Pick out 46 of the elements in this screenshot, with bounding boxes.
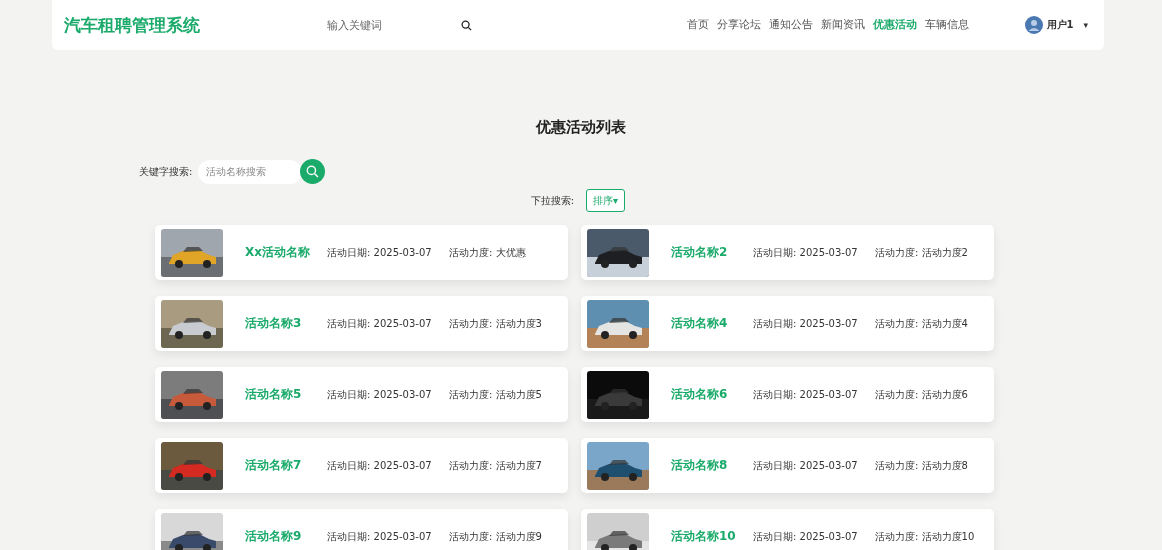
search-field[interactable]: 输入关键词	[327, 19, 447, 31]
activity-date: 活动日期: 2025-03-07	[753, 458, 859, 473]
activity-card[interactable]: 活动名称2 活动日期: 2025-03-07 活动力度: 活动力度2	[581, 225, 994, 280]
activity-level: 活动力度: 活动力度7	[449, 458, 543, 473]
activity-card[interactable]: 活动名称3 活动日期: 2025-03-07 活动力度: 活动力度3	[155, 296, 568, 351]
search-button[interactable]	[300, 159, 326, 184]
nav-link[interactable]: 车辆信息	[924, 18, 969, 32]
search-label: 关键字搜索:	[139, 164, 193, 179]
activity-card[interactable]: 活动名称9 活动日期: 2025-03-07 活动力度: 活动力度9	[155, 509, 568, 550]
activity-level: 活动力度: 活动力度3	[449, 316, 543, 331]
page-title: 优惠活动列表	[534, 118, 627, 137]
activity-date: 活动日期: 2025-03-07	[327, 387, 433, 402]
activity-card[interactable]: 活动名称7 活动日期: 2025-03-07 活动力度: 活动力度7	[155, 438, 568, 493]
activity-date: 活动日期: 2025-03-07	[327, 529, 433, 544]
activity-level: 活动力度: 活动力度4	[875, 316, 969, 331]
activity-level: 活动力度: 大优惠	[449, 245, 527, 260]
activity-date: 活动日期: 2025-03-07	[753, 245, 859, 260]
activity-level: 活动力度: 活动力度8	[875, 458, 969, 473]
activity-level: 活动力度: 活动力度9	[449, 529, 543, 544]
activity-date: 活动日期: 2025-03-07	[753, 387, 859, 402]
activity-card[interactable]: 活动名称8 活动日期: 2025-03-07 活动力度: 活动力度8	[581, 438, 994, 493]
caret-icon[interactable]: ▾	[1083, 20, 1088, 30]
activity-level: 活动力度: 活动力度2	[875, 245, 969, 260]
dropdown-label: 下拉搜索:	[530, 193, 575, 208]
nav-link[interactable]: 分享论坛	[716, 18, 761, 32]
activity-date: 活动日期: 2025-03-07	[753, 316, 859, 331]
search-icon[interactable]	[461, 19, 472, 31]
activity-card[interactable]: 活动名称5 活动日期: 2025-03-07 活动力度: 活动力度5	[155, 367, 568, 422]
activity-date: 活动日期: 2025-03-07	[753, 529, 859, 544]
activity-date: 活动日期: 2025-03-07	[327, 245, 433, 260]
activity-card[interactable]: 活动名称4 活动日期: 2025-03-07 活动力度: 活动力度4	[581, 296, 994, 351]
nav-link[interactable]: 新闻资讯	[820, 18, 865, 32]
activity-date: 活动日期: 2025-03-07	[327, 316, 433, 331]
activity-card[interactable]: 活动名称10 活动日期: 2025-03-07 活动力度: 活动力度10	[581, 509, 994, 550]
activity-level: 活动力度: 活动力度10	[875, 529, 976, 544]
search-icon	[306, 165, 320, 178]
avatar-icon[interactable]	[1024, 16, 1043, 34]
activity-card[interactable]: Xx活动名称 活动日期: 2025-03-07 活动力度: 大优惠	[155, 225, 568, 280]
activity-level: 活动力度: 活动力度5	[449, 387, 543, 402]
activity-level: 活动力度: 活动力度6	[875, 387, 969, 402]
nav-link[interactable]: 通知公告	[768, 18, 813, 32]
user-name[interactable]: 用户1	[1046, 18, 1074, 32]
keyword-field[interactable]: 活动名称搜索	[198, 159, 303, 184]
activity-date: 活动日期: 2025-03-07	[327, 458, 433, 473]
activity-card[interactable]: 活动名称6 活动日期: 2025-03-07 活动力度: 活动力度6	[581, 367, 994, 422]
nav-link[interactable]: 首页	[686, 18, 709, 32]
